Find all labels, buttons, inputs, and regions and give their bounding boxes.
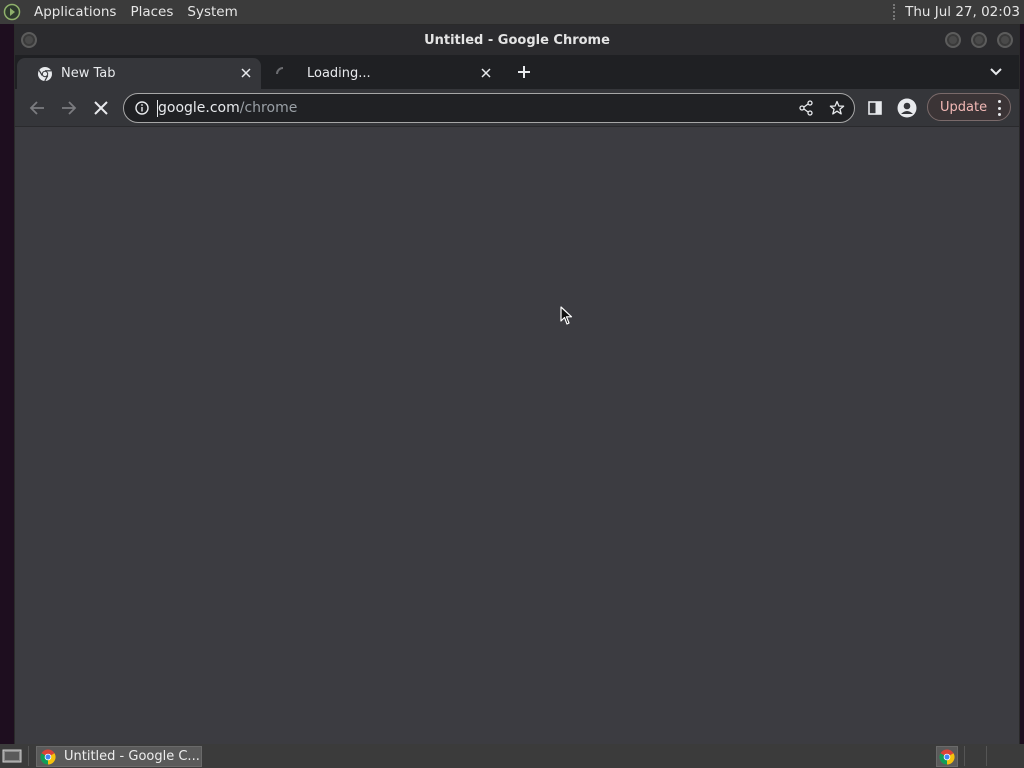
window-menu-button[interactable]: [21, 32, 37, 48]
top-panel: Applications Places System Thu Jul 27, 0…: [0, 0, 1024, 24]
clock[interactable]: Thu Jul 27, 02:03: [905, 4, 1020, 20]
back-arrow-icon[interactable]: [27, 98, 47, 118]
chrome-icon: [939, 749, 955, 765]
close-window-button[interactable]: [997, 32, 1013, 48]
bookmark-star-icon[interactable]: [829, 100, 845, 116]
window-titlebar[interactable]: Untitled - Google Chrome: [15, 25, 1019, 55]
forward-arrow-icon[interactable]: [59, 98, 79, 118]
tab-search-chevron-down-icon[interactable]: [989, 65, 1003, 79]
text-caret: [157, 100, 158, 117]
toolbar: google.com/chrome Update: [15, 89, 1019, 127]
chrome-icon: [37, 66, 53, 82]
update-label: Update: [940, 99, 988, 115]
mate-menu-icon[interactable]: [0, 0, 24, 24]
chrome-icon: [40, 749, 56, 765]
taskbar-chrome-window[interactable]: Untitled - Google C...: [36, 746, 202, 767]
tab-label: Loading...: [307, 66, 371, 81]
more-menu-kebab-icon[interactable]: [996, 100, 1002, 116]
tab-strip: New Tab Loading...: [15, 55, 1019, 89]
show-desktop-icon[interactable]: [2, 748, 22, 764]
update-button[interactable]: Update: [927, 93, 1011, 121]
panel-separator: [986, 746, 987, 766]
close-tab-icon[interactable]: [239, 66, 253, 80]
share-icon[interactable]: [798, 100, 814, 116]
chrome-window: Untitled - Google Chrome New Tab Loading…: [14, 24, 1020, 745]
stop-loading-icon[interactable]: [91, 98, 111, 118]
omnibox[interactable]: google.com/chrome: [123, 93, 855, 123]
menu-system[interactable]: System: [187, 4, 237, 20]
panel-separator: [964, 746, 965, 766]
window-title: Untitled - Google Chrome: [424, 32, 610, 48]
taskbar-task-label: Untitled - Google C...: [64, 749, 200, 764]
maximize-button[interactable]: [971, 32, 987, 48]
page-content[interactable]: [15, 127, 1019, 745]
tab-loading[interactable]: Loading...: [261, 58, 501, 89]
panel-grip: [893, 4, 897, 20]
tray-chrome-icon[interactable]: [936, 746, 958, 767]
tab-new-tab[interactable]: New Tab: [17, 58, 261, 89]
menu-places[interactable]: Places: [130, 4, 173, 20]
close-tab-icon[interactable]: [479, 66, 493, 80]
tab-label: New Tab: [61, 66, 116, 81]
panel-separator: [28, 746, 29, 766]
omnibox-url[interactable]: google.com/chrome: [157, 100, 298, 117]
new-tab-button[interactable]: [515, 63, 533, 81]
side-panel-icon[interactable]: [865, 98, 885, 118]
profile-avatar-icon[interactable]: [897, 98, 917, 118]
mouse-cursor-icon: [560, 306, 573, 325]
menu-applications[interactable]: Applications: [34, 4, 116, 20]
site-info-icon[interactable]: [134, 100, 150, 116]
url-domain: google.com: [158, 100, 240, 116]
minimize-button[interactable]: [945, 32, 961, 48]
bottom-panel: Untitled - Google C...: [0, 744, 1024, 768]
url-path: /chrome: [239, 100, 298, 116]
loading-spinner-icon: [275, 66, 291, 82]
